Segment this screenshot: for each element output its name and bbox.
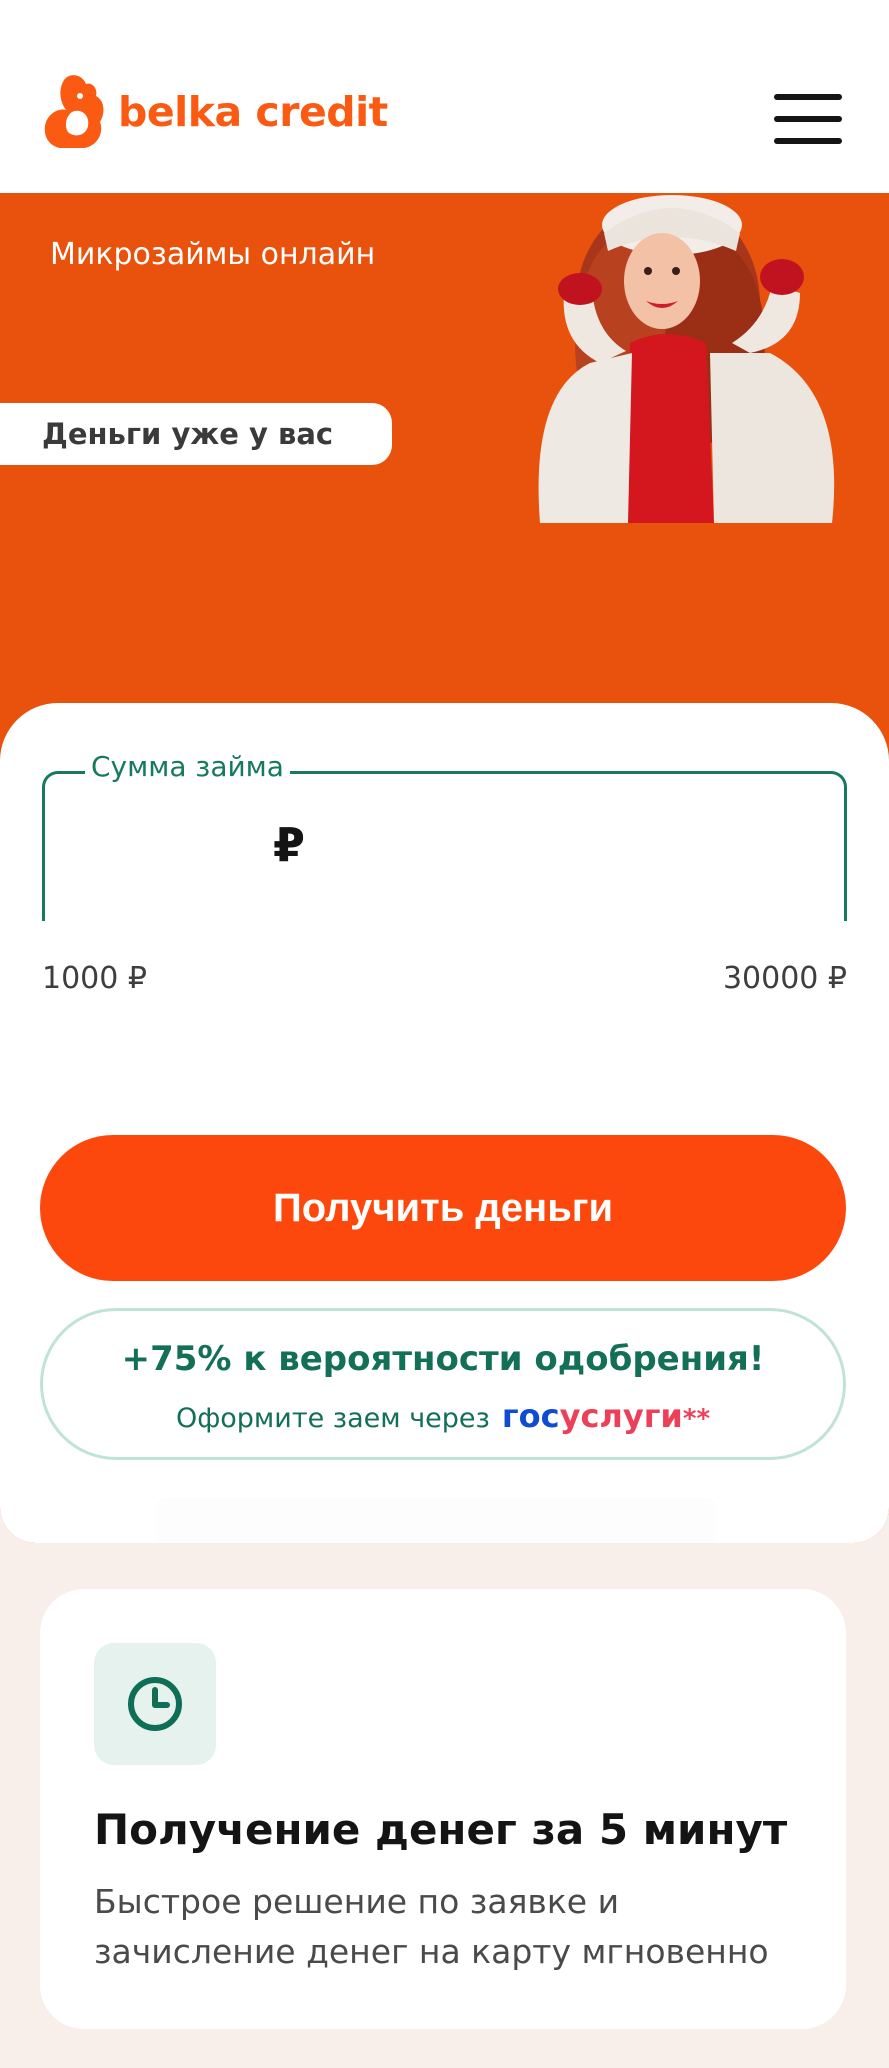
feature-icon-tile <box>94 1643 216 1765</box>
gosuslugi-logo: госуслуги** <box>502 1397 710 1435</box>
range-min-label: 1000 ₽ <box>42 961 147 996</box>
gosuslugi-logo-part2: услуги <box>559 1397 683 1435</box>
loan-form-card: Сумма займа ₽ 1000 ₽ 30000 ₽ Получить де… <box>0 703 889 1543</box>
feature-title: Получение денег за 5 минут <box>94 1805 788 1854</box>
feature-text: Быстрое решение по заявке и зачисление д… <box>94 1882 769 1971</box>
gosuslugi-logo-part1: гос <box>501 1397 560 1435</box>
site-header: belka credit <box>0 0 889 193</box>
feature-card-fast-money: Получение денег за 5 минут Быстрое решен… <box>40 1589 846 2029</box>
squirrel-logo-icon <box>44 75 104 148</box>
footnote-stars: ** <box>682 1404 711 1434</box>
range-max-label: 30000 ₽ <box>722 961 847 996</box>
promo-subtitle-row: Оформите заем через госуслуги** <box>43 1397 843 1435</box>
hero-title: Микрозаймы онлайн <box>50 237 376 272</box>
gosuslugi-promo-button[interactable]: +75% к вероятности одобрения! Оформите з… <box>40 1308 846 1460</box>
loan-amount-label: Сумма займа <box>85 750 290 783</box>
get-money-button[interactable]: Получить деньги <box>40 1135 846 1281</box>
hamburger-menu-icon[interactable] <box>774 94 842 146</box>
hero-section: Микрозаймы онлайн Деньги уже у вас Сумма… <box>0 193 889 1543</box>
placeholder-bar <box>156 1498 716 1543</box>
promo-subtitle: Оформите заем через <box>175 1403 490 1434</box>
hero-woman-photo <box>538 195 835 523</box>
loan-amount-field[interactable]: Сумма займа ₽ <box>42 750 847 921</box>
promo-title: +75% к вероятности одобрения! <box>121 1339 765 1379</box>
logo[interactable]: belka credit <box>42 72 388 152</box>
logo-text: belka credit <box>118 88 388 136</box>
hero-pill: Деньги уже у вас <box>0 403 392 465</box>
ruble-sign: ₽ <box>273 818 306 872</box>
clock-icon <box>128 1677 182 1731</box>
